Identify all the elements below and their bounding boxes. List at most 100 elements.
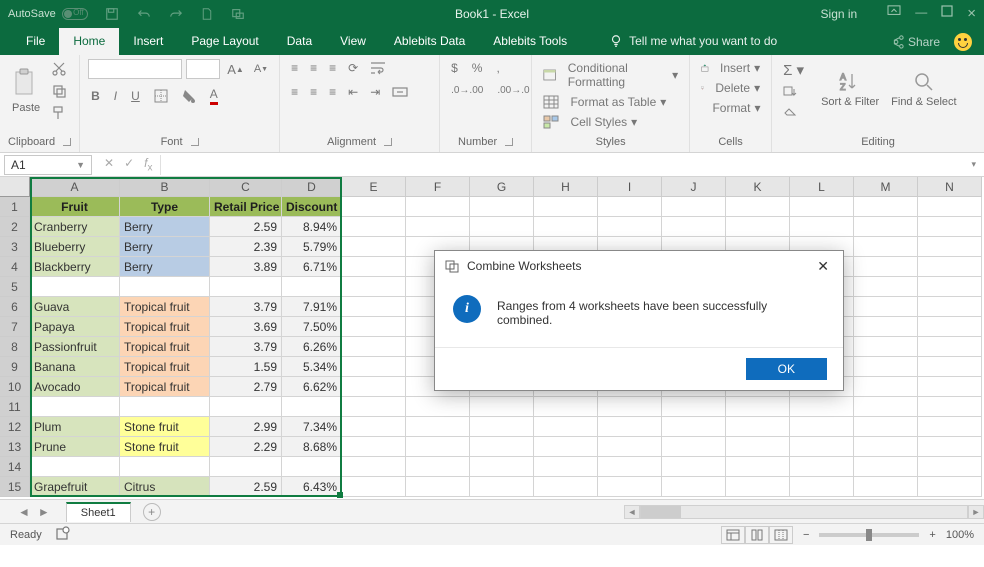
cell[interactable] — [918, 337, 982, 357]
cell[interactable]: Retail Price — [210, 197, 282, 217]
cell[interactable] — [598, 417, 662, 437]
save-icon[interactable] — [102, 5, 122, 23]
cell[interactable] — [918, 437, 982, 457]
cell[interactable] — [662, 397, 726, 417]
cell[interactable]: 2.29 — [210, 437, 282, 457]
tab-data[interactable]: Data — [273, 28, 326, 55]
cell[interactable] — [726, 217, 790, 237]
conditional-formatting-button[interactable]: Conditional Formatting ▾ — [540, 59, 681, 91]
cell[interactable] — [406, 397, 470, 417]
cell[interactable] — [210, 277, 282, 297]
align-right-icon[interactable]: ≡ — [326, 83, 339, 101]
cell[interactable] — [598, 397, 662, 417]
page-layout-view-icon[interactable] — [745, 526, 769, 544]
percent-icon[interactable]: % — [469, 59, 486, 77]
horizontal-scrollbar[interactable]: ◄ ► — [624, 505, 984, 519]
merge-center-icon[interactable] — [389, 83, 411, 101]
cell[interactable] — [120, 457, 210, 477]
cell[interactable] — [406, 197, 470, 217]
zoom-in-icon[interactable]: + — [929, 529, 935, 541]
cell[interactable] — [342, 257, 406, 277]
col-header[interactable]: L — [790, 177, 854, 197]
row-header[interactable]: 15 — [0, 477, 30, 497]
cell[interactable] — [534, 197, 598, 217]
col-header[interactable]: H — [534, 177, 598, 197]
decrease-font-icon[interactable]: A▼ — [251, 61, 271, 77]
cell[interactable] — [918, 357, 982, 377]
cell[interactable] — [534, 437, 598, 457]
dialog-launcher-icon[interactable] — [63, 138, 71, 146]
cell-styles-button[interactable]: Cell Styles ▾ — [540, 113, 681, 131]
formula-input[interactable] — [160, 155, 963, 175]
cell[interactable] — [470, 217, 534, 237]
cell[interactable] — [598, 437, 662, 457]
cell[interactable]: Avocado — [30, 377, 120, 397]
cell[interactable] — [854, 197, 918, 217]
cell[interactable]: 5.34% — [282, 357, 342, 377]
cell[interactable]: Citrus — [120, 477, 210, 497]
cell[interactable] — [342, 217, 406, 237]
cell[interactable]: Blackberry — [30, 257, 120, 277]
cell[interactable] — [726, 197, 790, 217]
cell[interactable] — [534, 457, 598, 477]
cell[interactable] — [598, 197, 662, 217]
cell[interactable]: Guava — [30, 297, 120, 317]
cell[interactable] — [534, 217, 598, 237]
cell[interactable]: Berry — [120, 257, 210, 277]
cell[interactable] — [342, 417, 406, 437]
zoom-out-icon[interactable]: − — [803, 529, 809, 541]
cell[interactable] — [662, 477, 726, 497]
cell[interactable] — [726, 417, 790, 437]
orientation-icon[interactable]: ⟳ — [345, 59, 361, 77]
cell[interactable] — [662, 197, 726, 217]
cell[interactable] — [854, 457, 918, 477]
underline-icon[interactable]: U — [128, 87, 143, 105]
cell[interactable]: 3.79 — [210, 337, 282, 357]
sheet-nav-prev-icon[interactable]: ◄ — [18, 505, 30, 519]
align-middle-icon[interactable]: ≡ — [307, 59, 320, 77]
cell[interactable] — [470, 457, 534, 477]
align-left-icon[interactable]: ≡ — [288, 83, 301, 101]
format-painter-icon[interactable] — [48, 103, 70, 123]
scroll-right-icon[interactable]: ► — [968, 505, 984, 519]
cell[interactable] — [342, 397, 406, 417]
row-header[interactable]: 12 — [0, 417, 30, 437]
cell[interactable] — [30, 397, 120, 417]
fill-color-icon[interactable] — [179, 87, 199, 105]
dialog-launcher-icon[interactable] — [384, 138, 392, 146]
cell[interactable]: Papaya — [30, 317, 120, 337]
font-size-combo[interactable] — [186, 59, 220, 79]
cut-icon[interactable] — [48, 59, 70, 79]
cell[interactable] — [662, 417, 726, 437]
tab-ablebits-data[interactable]: Ablebits Data — [380, 28, 479, 55]
page-break-view-icon[interactable] — [769, 526, 793, 544]
cell[interactable] — [342, 357, 406, 377]
cell[interactable] — [854, 277, 918, 297]
cell[interactable]: 6.26% — [282, 337, 342, 357]
cell[interactable] — [918, 237, 982, 257]
cell[interactable]: 3.79 — [210, 297, 282, 317]
cell[interactable] — [854, 317, 918, 337]
tab-page-layout[interactable]: Page Layout — [177, 28, 272, 55]
increase-decimal-icon[interactable]: .0→.00 — [448, 83, 486, 98]
copy-icon[interactable] — [48, 81, 70, 101]
feedback-smiley-icon[interactable] — [954, 33, 972, 51]
cell[interactable] — [918, 457, 982, 477]
row-header[interactable]: 10 — [0, 377, 30, 397]
find-select-button[interactable]: Find & Select — [887, 68, 960, 110]
redo-icon[interactable] — [166, 5, 186, 23]
zoom-thumb[interactable] — [866, 529, 872, 541]
font-name-combo[interactable] — [88, 59, 182, 79]
new-doc-icon[interactable] — [198, 5, 216, 23]
cell[interactable] — [918, 377, 982, 397]
cell[interactable] — [534, 477, 598, 497]
cell[interactable]: 6.62% — [282, 377, 342, 397]
row-header[interactable]: 9 — [0, 357, 30, 377]
row-header[interactable]: 6 — [0, 297, 30, 317]
cell[interactable] — [726, 437, 790, 457]
cell[interactable] — [662, 457, 726, 477]
ribbon-options-icon[interactable] — [887, 5, 901, 22]
cell[interactable] — [790, 437, 854, 457]
cell[interactable] — [790, 397, 854, 417]
row-header[interactable]: 3 — [0, 237, 30, 257]
